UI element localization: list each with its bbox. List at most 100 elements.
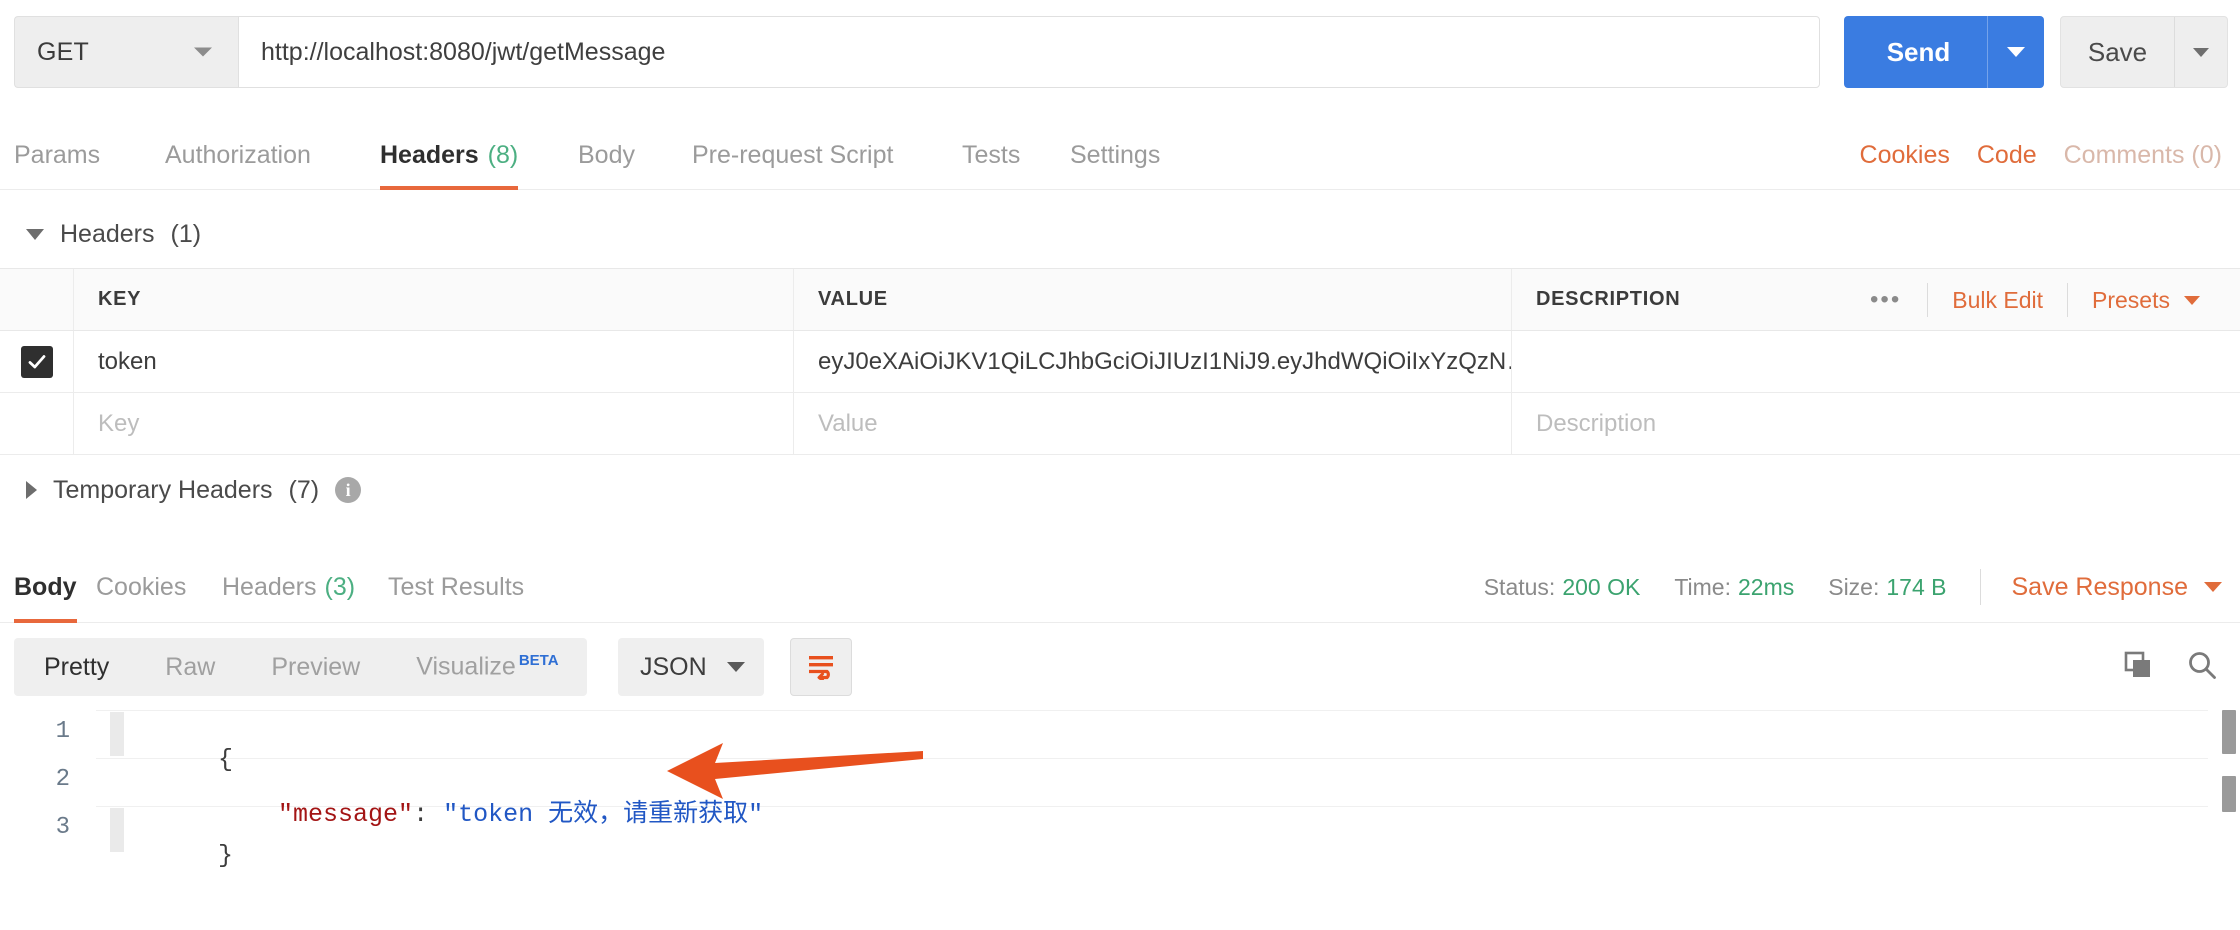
word-wrap-toggle[interactable] bbox=[790, 638, 852, 696]
response-body-viewer[interactable]: 1 2 3 { "message": "token 无效，请重新获取" } bbox=[0, 710, 2240, 930]
code-link[interactable]: Code bbox=[1977, 141, 2037, 170]
format-preview-button[interactable]: Preview bbox=[243, 653, 388, 682]
headers-section-toggle[interactable]: Headers (1) bbox=[26, 214, 626, 254]
chevron-down-icon[interactable] bbox=[2204, 582, 2222, 592]
response-tool-icons bbox=[2122, 638, 2218, 696]
tab-authorization[interactable]: Authorization bbox=[165, 120, 311, 190]
table-row[interactable]: token eyJ0eXAiOiJKV1QiLCJhbGciOiJIUzI1Ni… bbox=[0, 331, 2240, 393]
search-button[interactable] bbox=[2186, 649, 2218, 686]
tab-label: Headers bbox=[380, 140, 479, 169]
response-tab-cookies[interactable]: Cookies bbox=[96, 551, 186, 623]
time-value: 22ms bbox=[1737, 573, 1795, 600]
temporary-headers-title: Temporary Headers bbox=[53, 475, 273, 504]
format-pretty-button[interactable]: Pretty bbox=[14, 653, 137, 682]
code-json-string: "token 无效，请重新获取" bbox=[443, 800, 764, 829]
chevron-down-icon bbox=[726, 662, 745, 672]
request-tab-links: Cookies Code Comments (0) bbox=[1860, 120, 2222, 190]
cookies-link[interactable]: Cookies bbox=[1860, 141, 1950, 170]
save-options-button[interactable] bbox=[2175, 16, 2227, 88]
status-value: 200 OK bbox=[1562, 573, 1641, 600]
header-description-input[interactable] bbox=[1512, 331, 2240, 392]
response-tab-headers[interactable]: Headers (3) bbox=[222, 551, 355, 623]
line-number: 1 bbox=[55, 718, 70, 745]
response-tab-body[interactable]: Body bbox=[14, 551, 77, 623]
tab-label: Body bbox=[14, 572, 77, 601]
search-icon bbox=[2189, 651, 2216, 679]
code-token: } bbox=[218, 841, 234, 870]
new-header-key-input[interactable]: Key bbox=[74, 393, 794, 454]
header-value-input[interactable]: eyJ0eXAiOiJKV1QiLCJhbGciOiJIUzI1NiJ9.eyJ… bbox=[794, 331, 1512, 392]
copy-button[interactable] bbox=[2122, 649, 2154, 686]
bulk-edit-button[interactable]: Bulk Edit bbox=[1928, 287, 2067, 314]
http-method-selector[interactable]: GET bbox=[14, 16, 238, 88]
tab-count: (3) bbox=[324, 572, 356, 601]
response-format-toolbar: Pretty Raw Preview Visualize BETA JSON bbox=[0, 624, 2240, 710]
size-value: 174 B bbox=[1886, 573, 1947, 600]
response-language-selector[interactable]: JSON bbox=[618, 638, 764, 696]
chevron-down-icon bbox=[2184, 295, 2200, 305]
time-label: Time: bbox=[1674, 573, 1731, 600]
send-options-button[interactable] bbox=[1988, 16, 2044, 88]
scrollbar-thumb[interactable] bbox=[2222, 776, 2236, 812]
table-row-empty[interactable]: Key Value Description bbox=[0, 393, 2240, 455]
scrollbar-thumb[interactable] bbox=[2222, 710, 2236, 754]
comments-link[interactable]: Comments (0) bbox=[2064, 141, 2222, 170]
response-tabs: Body Cookies Headers (3) Test Results St… bbox=[0, 551, 2240, 623]
beta-badge: BETA bbox=[518, 652, 559, 670]
headers-table: KEY VALUE DESCRIPTION ••• Bulk Edit Pres… bbox=[0, 268, 2240, 455]
tab-settings[interactable]: Settings bbox=[1070, 120, 1160, 190]
column-header-value: VALUE bbox=[794, 269, 1512, 330]
tab-label: Body bbox=[578, 140, 635, 169]
presets-label: Presets bbox=[2092, 286, 2170, 313]
format-visualize-button[interactable]: Visualize BETA bbox=[388, 652, 586, 681]
info-icon[interactable]: i bbox=[335, 477, 362, 503]
new-header-description-input[interactable]: Description bbox=[1512, 393, 2240, 454]
value-placeholder: Value bbox=[818, 409, 878, 437]
format-label: Visualize bbox=[416, 652, 516, 681]
language-label: JSON bbox=[640, 652, 707, 681]
headers-section-title: Headers bbox=[60, 219, 155, 248]
temporary-headers-toggle[interactable]: Temporary Headers (7) i bbox=[26, 470, 726, 510]
tab-headers[interactable]: Headers (8) bbox=[380, 120, 519, 190]
format-raw-button[interactable]: Raw bbox=[137, 653, 243, 682]
send-button[interactable]: Send bbox=[1844, 16, 2044, 88]
tab-label: Pre-request Script bbox=[692, 140, 894, 169]
save-response-button[interactable]: Save Response bbox=[2011, 573, 2188, 602]
triangle-right-icon bbox=[26, 481, 37, 499]
tab-tests[interactable]: Tests bbox=[962, 120, 1020, 190]
fold-marker[interactable] bbox=[110, 808, 124, 852]
chevron-down-icon bbox=[2193, 47, 2209, 57]
url-input[interactable]: http://localhost:8080/jwt/getMessage bbox=[238, 16, 1820, 88]
column-header-label: KEY bbox=[98, 288, 142, 310]
column-header-label: VALUE bbox=[818, 288, 888, 310]
status-label: Status: bbox=[1483, 573, 1556, 600]
tab-label: Test Results bbox=[388, 572, 525, 601]
code-json-key: "message" bbox=[278, 800, 414, 829]
tab-label: Settings bbox=[1070, 140, 1161, 169]
tab-body[interactable]: Body bbox=[578, 120, 635, 190]
tab-pre-request-script[interactable]: Pre-request Script bbox=[692, 120, 893, 190]
size-label: Size: bbox=[1828, 573, 1880, 600]
presets-button[interactable]: Presets bbox=[2068, 287, 2224, 314]
headers-section-count: (1) bbox=[170, 219, 202, 248]
new-header-value-input[interactable]: Value bbox=[794, 393, 1512, 454]
active-tab-underline bbox=[380, 186, 519, 190]
more-options-icon[interactable]: ••• bbox=[1844, 288, 1927, 312]
headers-table-header: KEY VALUE DESCRIPTION ••• Bulk Edit Pres… bbox=[0, 269, 2240, 331]
response-body-line-3: } bbox=[128, 812, 233, 899]
key-placeholder: Key bbox=[98, 409, 140, 437]
copy-icon bbox=[2124, 651, 2150, 677]
tab-params[interactable]: Params bbox=[14, 120, 100, 190]
checkbox-column-header bbox=[0, 269, 74, 330]
response-status-bar: Status: 200 OK Time: 22ms Size: 174 B Save … bbox=[1450, 551, 2222, 623]
response-tab-test-results[interactable]: Test Results bbox=[388, 551, 524, 623]
column-header-key: KEY bbox=[74, 269, 794, 330]
header-enabled-checkbox[interactable] bbox=[0, 331, 74, 392]
url-bar: GET http://localhost:8080/jwt/getMessage… bbox=[0, 0, 2240, 104]
tab-label: Authorization bbox=[165, 140, 311, 169]
code-token: : bbox=[413, 800, 444, 829]
header-key-input[interactable]: token bbox=[74, 331, 794, 392]
headers-table-actions: ••• Bulk Edit Presets bbox=[1844, 269, 2224, 331]
save-button[interactable]: Save bbox=[2060, 16, 2228, 88]
fold-marker[interactable] bbox=[110, 712, 124, 756]
